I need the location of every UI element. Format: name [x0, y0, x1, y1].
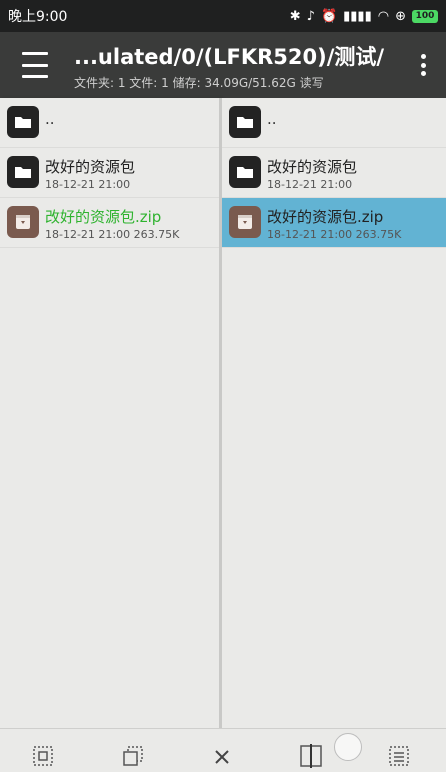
data-saver-icon: ⊕ [395, 8, 406, 24]
item-name: .. [45, 110, 55, 128]
left-pane: .. 改好的资源包 18-12-21 21:00 改好的资源包.zip 18-1… [0, 98, 222, 728]
archive-icon [7, 206, 39, 238]
status-icons: ✱ ♪ ⏰ ▮▮▮▮ ◠ ⊕ 100 [290, 9, 438, 24]
item-name: .. [267, 110, 277, 128]
folder-icon [7, 156, 39, 188]
floating-action-button[interactable] [334, 733, 362, 761]
list-item-parent[interactable]: .. [222, 98, 446, 148]
bottom-toolbar [0, 728, 446, 772]
bluetooth-icon: ✱ [289, 8, 301, 24]
item-meta: 18-12-21 21:00 263.75K [45, 228, 180, 241]
headset-icon: ♪ [306, 8, 315, 24]
paste-icon[interactable] [120, 743, 148, 771]
archive-icon [229, 206, 261, 238]
select-all-icon[interactable] [30, 743, 58, 771]
list-item-parent[interactable]: .. [0, 98, 219, 148]
list-item-folder[interactable]: 改好的资源包 18-12-21 21:00 [222, 148, 446, 198]
wifi-icon: ◠ [377, 8, 390, 24]
item-name: 改好的资源包 [267, 158, 358, 176]
current-path: ...ulated/0/(LFKR520)/测试/ [74, 45, 385, 69]
close-icon[interactable] [210, 743, 238, 771]
status-time: 晚上9:00 [8, 9, 68, 25]
item-meta: 18-12-21 21:00 263.75K [267, 228, 402, 241]
list-item-zip[interactable]: 改好的资源包.zip 18-12-21 21:00 263.75K [0, 198, 219, 248]
item-name: 改好的资源包.zip [45, 208, 162, 226]
item-name: 改好的资源包.zip [267, 208, 384, 226]
top-toolbar: ...ulated/0/(LFKR520)/测试/ 文件夹: 1 文件: 1 储… [0, 32, 446, 98]
right-pane: .. 改好的资源包 18-12-21 21:00 改好的资源包.zip 18-1… [222, 98, 446, 728]
storage-info: 文件夹: 1 文件: 1 储存: 34.09G/51.62G 读写 [74, 76, 324, 90]
signal-icon: ▮▮▮▮ [343, 8, 372, 24]
status-bar: 晚上9:00 ✱ ♪ ⏰ ▮▮▮▮ ◠ ⊕ 100 [0, 0, 446, 32]
item-meta: 18-12-21 21:00 [45, 178, 131, 191]
item-name: 改好的资源包 [45, 158, 136, 176]
overflow-menu-icon[interactable] [420, 54, 426, 76]
item-meta: 18-12-21 21:00 [267, 178, 353, 191]
file-manager-app: 晚上9:00 ✱ ♪ ⏰ ▮▮▮▮ ◠ ⊕ 100 ...ulated/0/(L… [0, 0, 446, 772]
folder-icon [229, 156, 261, 188]
split-pane-icon[interactable] [298, 743, 326, 771]
battery-icon: 100 [412, 9, 438, 23]
folder-icon [7, 106, 39, 138]
alarm-icon: ⏰ [320, 8, 338, 24]
folder-icon [229, 106, 261, 138]
list-icon[interactable] [386, 743, 414, 771]
menu-icon[interactable] [18, 52, 52, 78]
list-item-folder[interactable]: 改好的资源包 18-12-21 21:00 [0, 148, 219, 198]
list-item-zip-selected[interactable]: 改好的资源包.zip 18-12-21 21:00 263.75K [222, 198, 446, 248]
